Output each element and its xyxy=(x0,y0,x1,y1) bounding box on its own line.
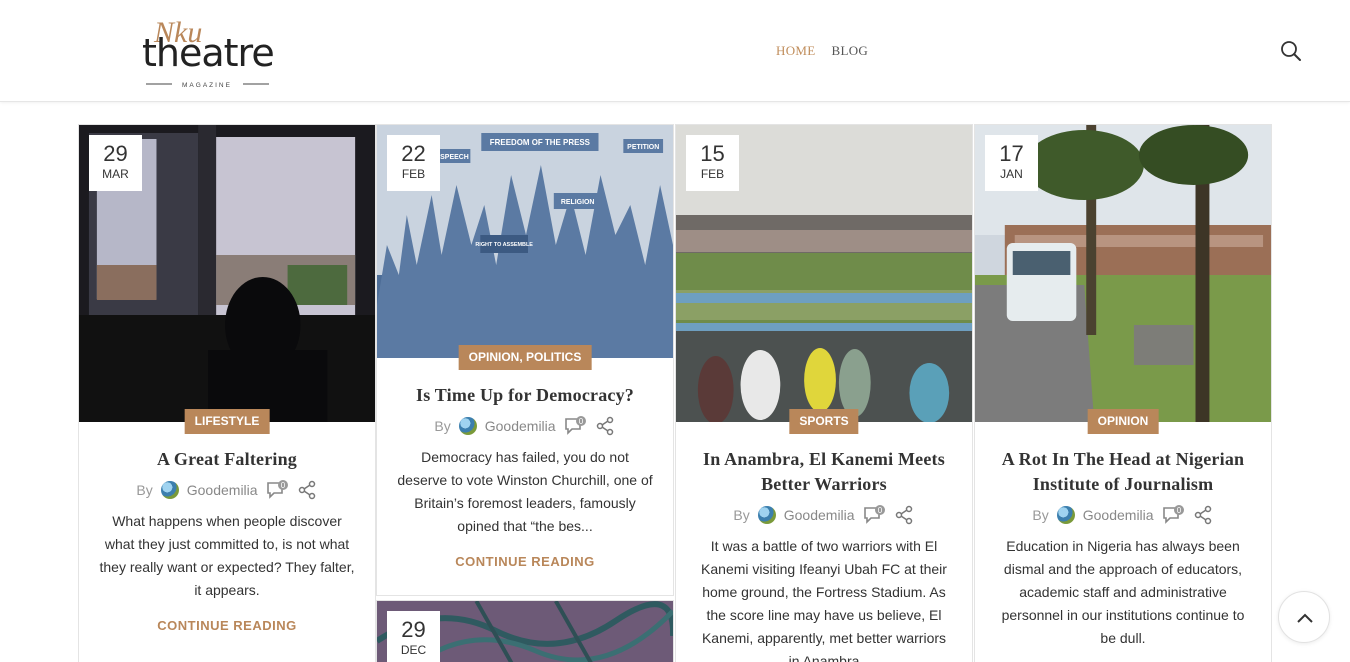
post-date: 29 DEC xyxy=(387,611,440,662)
comment-icon[interactable]: 0 xyxy=(1162,505,1184,525)
author-link[interactable]: Goodemilia xyxy=(1083,507,1154,523)
comment-icon[interactable]: 0 xyxy=(266,480,288,500)
post-card: 29 DEC xyxy=(376,600,674,662)
post-card: FREEDOM OF THE PRESS SPEECH PETITION REL… xyxy=(376,124,674,596)
category-badge[interactable]: OPINION xyxy=(1087,409,1159,434)
main-nav: HOME BLOG xyxy=(776,43,868,59)
logo-tagline: MAGAZINE xyxy=(182,82,232,89)
post-excerpt: Education in Nigeria has always been dis… xyxy=(1001,538,1245,646)
share-icon[interactable] xyxy=(594,416,616,436)
post-title[interactable]: A Great Faltering xyxy=(79,447,375,472)
post-card: 15 FEB SPORTS In Anambra, El Kanemi Meet… xyxy=(675,124,973,662)
svg-text:RIGHT TO ASSEMBLE: RIGHT TO ASSEMBLE xyxy=(475,242,533,248)
svg-text:RELIGION: RELIGION xyxy=(561,199,595,206)
author-link[interactable]: Goodemilia xyxy=(485,418,556,434)
author-link[interactable]: Goodemilia xyxy=(187,482,258,498)
post-card: 29 MAR LIFESTYLE A Great Faltering By Go… xyxy=(78,124,376,662)
category-badge[interactable]: OPINION, POLITICS xyxy=(458,345,592,370)
svg-text:FREEDOM OF THE PRESS: FREEDOM OF THE PRESS xyxy=(490,138,590,147)
post-title[interactable]: In Anambra, El Kanemi Meets Better Warri… xyxy=(676,447,972,497)
continue-reading-link[interactable]: CONTINUE READING xyxy=(377,554,673,569)
author-link[interactable]: Goodemilia xyxy=(784,507,855,523)
search-icon[interactable] xyxy=(1280,40,1302,62)
logo-name: theatre xyxy=(142,31,274,75)
post-excerpt: It was a battle of two warriors with El … xyxy=(701,538,947,662)
share-icon[interactable] xyxy=(296,480,318,500)
avatar[interactable] xyxy=(458,417,477,435)
svg-text:0: 0 xyxy=(877,506,882,515)
avatar[interactable] xyxy=(1056,506,1075,524)
svg-text:0: 0 xyxy=(280,481,285,490)
post-date: 15 FEB xyxy=(686,135,739,191)
avatar[interactable] xyxy=(757,506,776,524)
continue-reading-link[interactable]: CONTINUE READING xyxy=(79,618,375,633)
chevron-up-icon xyxy=(1297,613,1313,623)
back-to-top-button[interactable] xyxy=(1278,591,1330,643)
svg-text:0: 0 xyxy=(578,417,583,426)
post-grid: 29 MAR LIFESTYLE A Great Faltering By Go… xyxy=(78,124,1272,662)
avatar[interactable] xyxy=(160,481,179,499)
nav-blog[interactable]: BLOG xyxy=(831,43,868,59)
post-excerpt: Democracy has failed, you do not deserve… xyxy=(397,449,653,534)
post-date: 22 FEB xyxy=(387,135,440,191)
comment-icon[interactable]: 0 xyxy=(564,416,586,436)
post-meta: By Goodemilia 0 xyxy=(79,478,375,502)
post-card: 17 JAN OPINION A Rot In The Head at Nige… xyxy=(974,124,1272,662)
post-title[interactable]: Is Time Up for Democracy? xyxy=(377,383,673,408)
post-date: 29 MAR xyxy=(89,135,142,191)
post-meta: By Goodemilia 0 xyxy=(975,503,1271,527)
post-excerpt: What happens when people discover what t… xyxy=(99,513,355,598)
site-logo[interactable]: Nku theatre MAGAZINE xyxy=(140,10,275,92)
svg-text:PETITION: PETITION xyxy=(627,144,659,151)
nav-home[interactable]: HOME xyxy=(776,43,815,59)
share-icon[interactable] xyxy=(893,505,915,525)
comment-icon[interactable]: 0 xyxy=(863,505,885,525)
svg-text:0: 0 xyxy=(1176,506,1181,515)
post-meta: By Goodemilia 0 xyxy=(377,414,673,438)
post-meta: By Goodemilia 0 xyxy=(676,503,972,527)
post-title[interactable]: A Rot In The Head at Nigerian Institute … xyxy=(975,447,1271,497)
site-header: Nku theatre MAGAZINE HOME BLOG xyxy=(0,0,1350,102)
svg-text:SPEECH: SPEECH xyxy=(440,154,469,161)
share-icon[interactable] xyxy=(1192,505,1214,525)
post-date: 17 JAN xyxy=(985,135,1038,191)
category-badge[interactable]: SPORTS xyxy=(789,409,859,434)
category-badge[interactable]: LIFESTYLE xyxy=(184,409,270,434)
